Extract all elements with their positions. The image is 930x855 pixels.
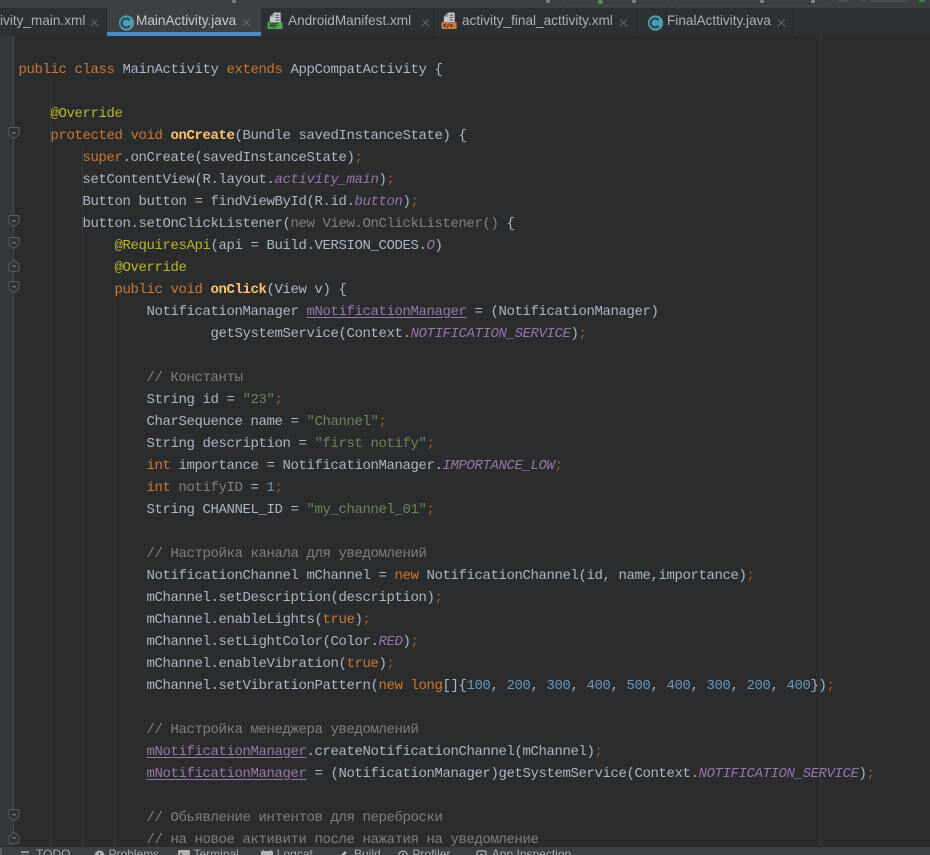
svg-text:MF: MF <box>269 22 278 29</box>
